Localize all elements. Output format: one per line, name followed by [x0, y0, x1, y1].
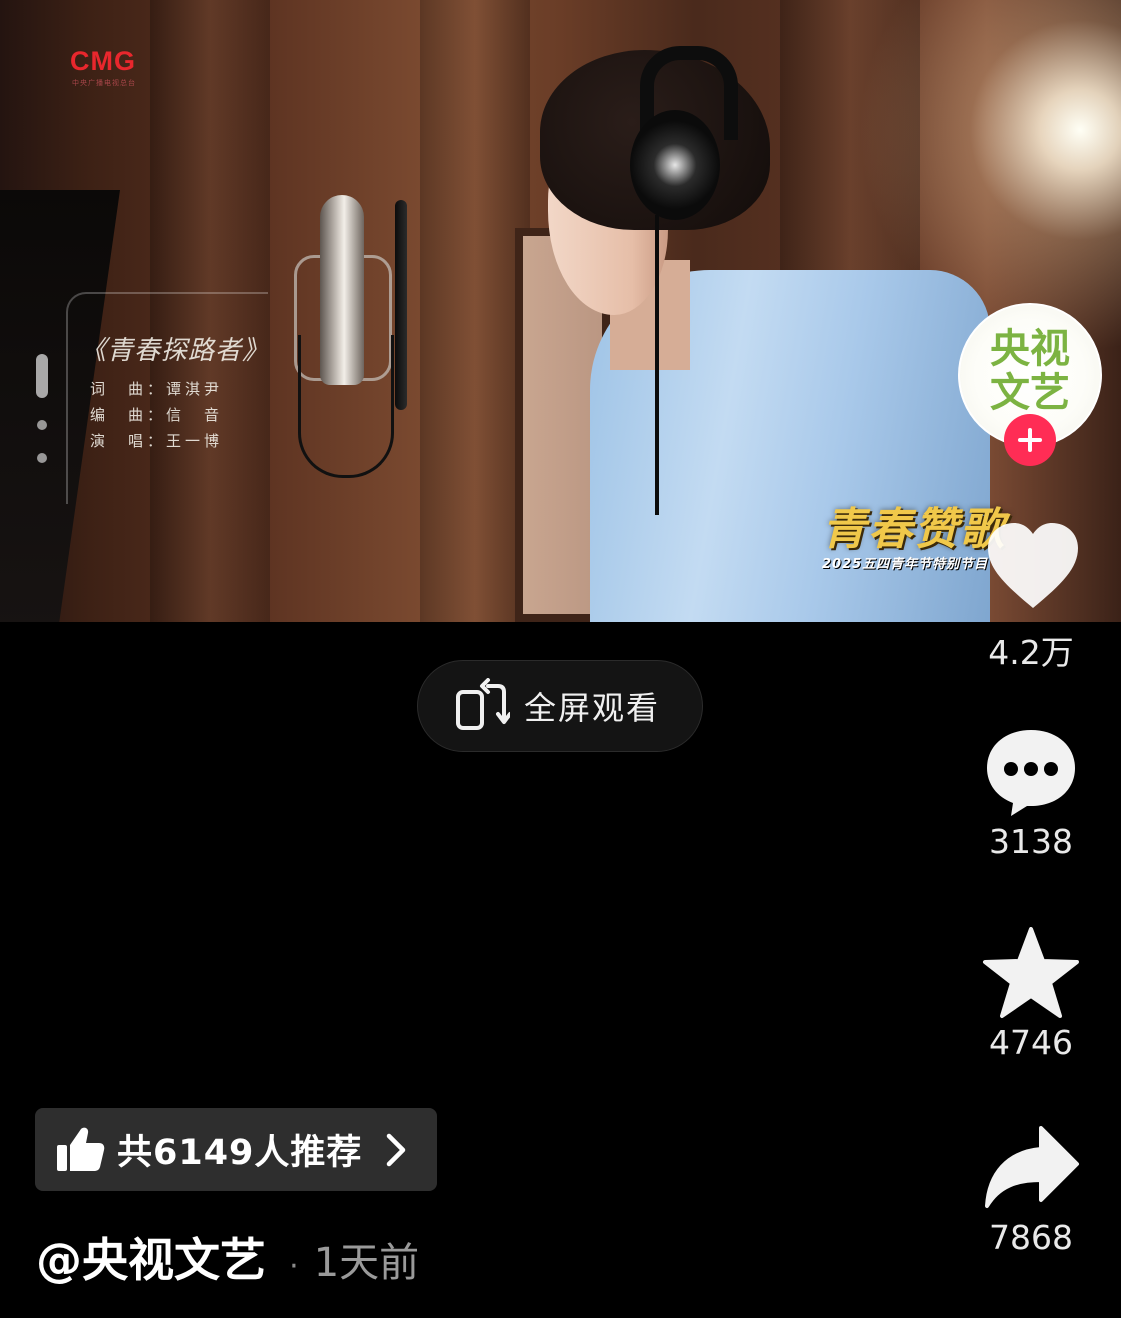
song-credits: 《青春探路者》 词 曲：谭淇尹 编 曲：信 音 演 唱：王一博	[66, 292, 268, 504]
recommend-button[interactable]: 共6149人推荐	[35, 1108, 437, 1191]
recommend-label: 共6149人推荐	[117, 1133, 363, 1173]
fullscreen-button[interactable]: 全屏观看	[417, 660, 703, 752]
credit-vocals: 演 唱：王一博	[90, 432, 224, 450]
meta-separator: ·	[289, 1249, 299, 1284]
fullscreen-label: 全屏观看	[524, 689, 661, 727]
favorite-button[interactable]: 4746	[975, 927, 1087, 1063]
share-button[interactable]: 7868	[975, 1122, 1087, 1258]
like-count: 4.2万	[988, 633, 1074, 672]
like-button[interactable]	[984, 520, 1082, 612]
post-time: 1天前	[313, 1240, 420, 1286]
side-drag-handle[interactable]	[36, 354, 48, 398]
comment-count: 3138	[989, 822, 1073, 861]
author-name[interactable]: @央视文艺	[36, 1233, 266, 1287]
star-icon	[983, 927, 1079, 1018]
caption-peek	[0, 1306, 1121, 1318]
thumbs-up-icon	[57, 1127, 105, 1171]
share-count: 7868	[989, 1218, 1073, 1257]
rotate-screen-icon	[456, 678, 510, 730]
heart-icon	[988, 523, 1078, 608]
wall-panel	[420, 0, 530, 622]
credit-arrangement: 编 曲：信 音	[90, 406, 224, 424]
avatar-logo: 央视 文艺	[990, 326, 1070, 416]
favorite-count: 4746	[989, 1023, 1073, 1062]
comment-bubble-icon	[987, 730, 1075, 816]
page-indicator-dot	[37, 453, 47, 463]
post-meta: @央视文艺 · 1天前	[36, 1224, 419, 1290]
comment-button[interactable]: 3138	[975, 726, 1087, 862]
video-player[interactable]: CMG 中央广播电视总台 《青春探路者》 词 曲：谭淇尹 编 曲：信 音 演 唱…	[0, 0, 1121, 622]
follow-button[interactable]	[1004, 414, 1056, 466]
song-title: 《青春探路者》	[80, 336, 270, 366]
share-arrow-icon	[985, 1126, 1079, 1208]
page-indicator-dot	[37, 420, 47, 430]
credit-lyrics: 词 曲：谭淇尹	[90, 380, 224, 398]
chevron-right-icon	[387, 1133, 406, 1166]
studio-microphone	[290, 195, 410, 485]
cmg-logo: CMG	[70, 46, 136, 76]
cmg-logo-subtitle: 中央广播电视总台	[72, 79, 136, 87]
